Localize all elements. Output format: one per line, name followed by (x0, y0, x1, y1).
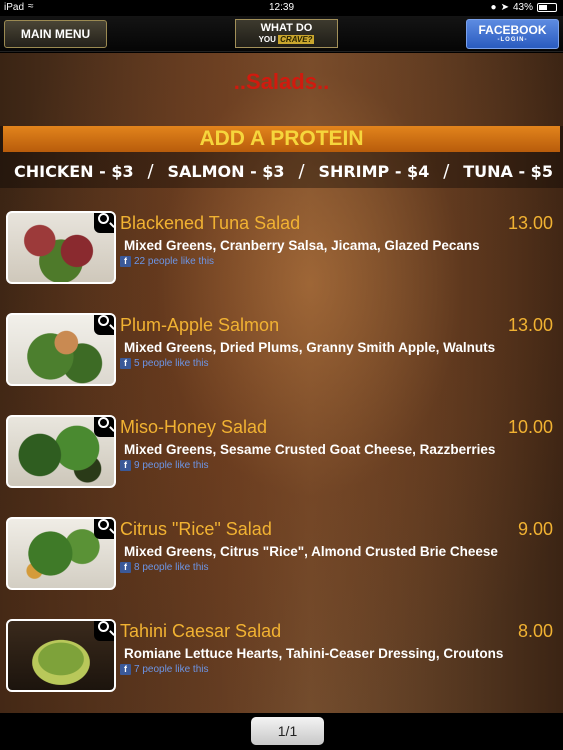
item-price: 10.00 (507, 417, 553, 437)
protein-option-chicken: CHICKEN - $3 (14, 161, 134, 181)
facebook-sub-label: -LOGIN- (497, 37, 528, 43)
item-price: 13.00 (507, 213, 553, 233)
battery-percent: 43% (512, 2, 533, 13)
protein-separator: / (443, 160, 450, 182)
menu-content[interactable]: ..Salads.. ADD A PROTEIN CHICKEN - $3 / … (0, 53, 563, 713)
like-text: 5 people like this (134, 358, 209, 369)
item-description: Mixed Greens, Sesame Crusted Goat Cheese… (124, 442, 496, 457)
add-protein-banner: ADD A PROTEIN CHICKEN - $3 / SALMON - $3… (0, 126, 563, 188)
zoom-icon[interactable] (94, 621, 114, 641)
crave-word: CRAVE? (278, 35, 315, 44)
protein-options: CHICKEN - $3 / SALMON - $3 / SHRIMP - $4… (0, 158, 563, 184)
bottom-bar: 1/1 (0, 713, 563, 750)
protein-separator: / (298, 160, 305, 182)
item-price: 8.00 (517, 621, 553, 641)
facebook-label: FACEBOOK (478, 23, 547, 37)
like-text: 7 people like this (134, 664, 209, 675)
like-count[interactable]: f 22 people like this (120, 256, 214, 267)
menu-item[interactable]: Citrus "Rice" Salad 9.00 Mixed Greens, C… (0, 517, 563, 603)
item-name: Plum-Apple Salmon (120, 315, 280, 335)
like-text: 9 people like this (134, 460, 209, 471)
section-title: ..Salads.. (233, 69, 330, 94)
battery-icon (537, 3, 557, 12)
page-indicator[interactable]: 1/1 (251, 717, 324, 745)
rotation-lock-icon: ● (490, 2, 497, 13)
protein-option-shrimp: SHRIMP - $4 (318, 161, 430, 181)
protein-option-salmon: SALMON - $3 (167, 161, 285, 181)
like-count[interactable]: f 9 people like this (120, 460, 209, 471)
like-count[interactable]: f 5 people like this (120, 358, 209, 369)
nav-bar: MAIN MENU WHAT DO YOU CRAVE? FACEBOOK -L… (0, 16, 563, 52)
food-photo[interactable] (6, 619, 116, 692)
location-icon: ➤ (500, 2, 509, 13)
menu-item[interactable]: Miso-Honey Salad 10.00 Mixed Greens, Ses… (0, 415, 563, 501)
facebook-icon: f (120, 562, 131, 573)
clock: 12:39 (268, 2, 295, 13)
menu-item[interactable]: Blackened Tuna Salad 13.00 Mixed Greens,… (0, 211, 563, 297)
status-bar: iPad ≈ 12:39 ● ➤ 43% (0, 0, 563, 16)
item-description: Mixed Greens, Dried Plums, Granny Smith … (124, 340, 496, 355)
what-do-you-crave-button[interactable]: WHAT DO YOU CRAVE? (235, 19, 338, 48)
protein-separator: / (147, 160, 154, 182)
protein-option-tuna: TUNA - $5 (463, 161, 553, 181)
facebook-icon: f (120, 256, 131, 267)
zoom-icon[interactable] (94, 315, 114, 335)
main-menu-button[interactable]: MAIN MENU (4, 20, 107, 48)
item-name: Miso-Honey Salad (120, 417, 268, 437)
item-name: Tahini Caesar Salad (120, 621, 282, 641)
menu-item[interactable]: Plum-Apple Salmon 13.00 Mixed Greens, Dr… (0, 313, 563, 399)
item-price: 9.00 (517, 519, 553, 539)
add-protein-header: ADD A PROTEIN (3, 126, 560, 152)
crave-line1: WHAT DO (260, 22, 313, 34)
facebook-icon: f (120, 664, 131, 675)
zoom-icon[interactable] (94, 519, 114, 539)
crave-you: YOU (258, 35, 276, 44)
facebook-login-button[interactable]: FACEBOOK -LOGIN- (466, 19, 559, 49)
item-description: Mixed Greens, Cranberry Salsa, Jicama, G… (124, 238, 480, 253)
food-photo[interactable] (6, 415, 116, 488)
like-text: 22 people like this (134, 256, 215, 267)
food-photo[interactable] (6, 211, 116, 284)
facebook-icon: f (120, 358, 131, 369)
item-name: Blackened Tuna Salad (120, 213, 301, 233)
crave-line2: YOU CRAVE? (236, 34, 337, 45)
menu-item[interactable]: Tahini Caesar Salad 8.00 Romiane Lettuce… (0, 619, 563, 705)
like-text: 8 people like this (134, 562, 209, 573)
item-name: Citrus "Rice" Salad (120, 519, 272, 539)
like-count[interactable]: f 7 people like this (120, 664, 209, 675)
zoom-icon[interactable] (94, 417, 114, 437)
item-description: Romiane Lettuce Hearts, Tahini-Ceaser Dr… (124, 646, 504, 661)
food-photo[interactable] (6, 517, 116, 590)
like-count[interactable]: f 8 people like this (120, 562, 209, 573)
item-price: 13.00 (507, 315, 553, 335)
food-photo[interactable] (6, 313, 116, 386)
zoom-icon[interactable] (94, 213, 114, 233)
facebook-icon: f (120, 460, 131, 471)
item-description: Mixed Greens, Citrus "Rice", Almond Crus… (124, 544, 498, 559)
